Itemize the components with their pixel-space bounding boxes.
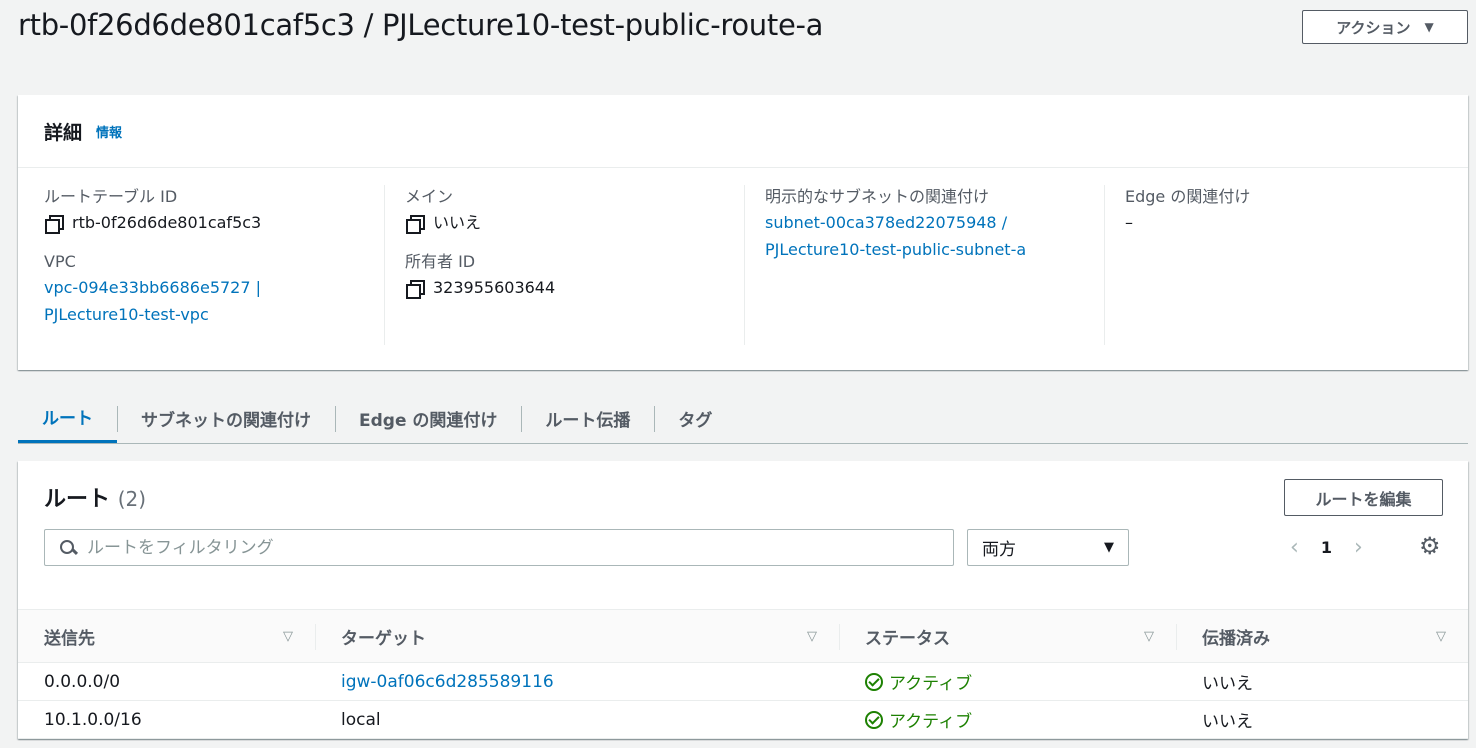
search-icon xyxy=(59,539,77,557)
sort-icon: ▽ xyxy=(283,628,293,644)
route-filter[interactable] xyxy=(44,529,954,566)
edit-routes-button[interactable]: ルートを編集 xyxy=(1284,479,1443,516)
routes-table: 送信先 ▽ ターゲット ▽ ステータス ▽ 伝播済み ▽ 0.0.0.0/0 i… xyxy=(18,609,1468,739)
actions-dropdown-button[interactable]: アクション ▼ xyxy=(1302,10,1468,44)
routes-title-text: ルート xyxy=(44,487,111,512)
pagination: ‹ 1 › xyxy=(1290,533,1363,561)
chevron-right-icon[interactable]: › xyxy=(1354,535,1363,560)
details-column-1: ルートテーブル ID rtb-0f26d6de801caf5c3 VPC vpc… xyxy=(18,185,384,345)
page-number[interactable]: 1 xyxy=(1321,538,1332,557)
tab-routes[interactable]: ルート xyxy=(18,393,117,443)
column-header-label: ターゲット xyxy=(341,628,426,649)
table-row: 0.0.0.0/0 igw-0af06c6d285589116 アクティブ いい… xyxy=(18,663,1468,701)
details-header: 詳細 情報 xyxy=(18,95,1468,168)
routes-count: (2) xyxy=(117,487,147,511)
route-table-id-value: rtb-0f26d6de801caf5c3 xyxy=(72,213,262,232)
owner-id-label: 所有者 ID xyxy=(405,252,476,271)
table-row: 10.1.0.0/16 local アクティブ いいえ xyxy=(18,701,1468,739)
tab-route-propagation[interactable]: ルート伝播 xyxy=(521,393,654,443)
details-panel: 詳細 情報 ルートテーブル ID rtb-0f26d6de801caf5c3 V… xyxy=(18,95,1468,370)
subnet-link[interactable]: subnet-00ca378ed22075948 / PJLecture10-t… xyxy=(765,209,1104,263)
details-column-2: メイン いいえ 所有者 ID 323955603644 xyxy=(384,185,744,345)
tab-subnet-associations[interactable]: サブネットの関連付け xyxy=(117,393,335,443)
details-column-4: Edge の関連付け – xyxy=(1104,185,1468,345)
column-header-propagated[interactable]: 伝播済み ▽ xyxy=(1176,610,1468,662)
tab-edge-associations[interactable]: Edge の関連付け xyxy=(335,393,521,443)
propagated-cell: いいえ xyxy=(1202,712,1253,732)
route-table-id-label: ルートテーブル ID xyxy=(44,187,178,206)
main-label: メイン xyxy=(405,187,454,206)
routes-title: ルート (2) xyxy=(44,481,146,513)
column-header-destination[interactable]: 送信先 ▽ xyxy=(18,610,315,662)
sort-icon: ▽ xyxy=(807,628,817,644)
copy-icon[interactable] xyxy=(405,214,425,234)
actions-label: アクション xyxy=(1336,18,1411,37)
owner-id-value: 323955603644 xyxy=(433,278,556,297)
subnet-link-line2: PJLecture10-test-public-subnet-a xyxy=(765,240,1027,259)
status-text: アクティブ xyxy=(889,674,973,694)
vpc-link[interactable]: vpc-094e33bb6686e5727 | PJLecture10-test… xyxy=(44,274,384,328)
page-title: rtb-0f26d6de801caf5c3 / PJLecture10-test… xyxy=(18,8,824,42)
tab-bar: ルート サブネットの関連付け Edge の関連付け ルート伝播 タグ xyxy=(18,393,1468,444)
caret-down-icon: ▼ xyxy=(1424,20,1434,34)
vpc-label: VPC xyxy=(44,252,76,271)
column-header-target[interactable]: ターゲット ▽ xyxy=(315,610,839,662)
route-type-select-value: 両方 xyxy=(982,540,1016,560)
gear-icon[interactable]: ⚙ xyxy=(1419,534,1441,558)
column-header-label: 伝播済み xyxy=(1202,628,1270,649)
check-circle-icon xyxy=(865,672,883,691)
destination-cell: 0.0.0.0/0 xyxy=(44,671,121,692)
copy-icon[interactable] xyxy=(405,279,425,299)
edge-association-label: Edge の関連付け xyxy=(1125,187,1251,206)
details-title: 詳細 xyxy=(44,121,83,144)
status-cell: アクティブ xyxy=(839,701,1176,738)
propagated-cell: いいえ xyxy=(1202,674,1253,694)
check-circle-icon xyxy=(865,710,883,729)
main-value: いいえ xyxy=(433,213,482,232)
routes-panel: ルート (2) ルートを編集 両方 ▼ ‹ 1 › ⚙ 送信先 ▽ ターゲット … xyxy=(18,461,1468,739)
vpc-link-line1: vpc-094e33bb6686e5727 | xyxy=(44,278,262,297)
route-type-select[interactable]: 両方 ▼ xyxy=(967,529,1129,566)
subnet-link-line1: subnet-00ca378ed22075948 / xyxy=(765,213,1008,232)
target-cell: local xyxy=(341,709,381,730)
column-header-status[interactable]: ステータス ▽ xyxy=(839,610,1176,662)
column-header-label: 送信先 xyxy=(44,628,95,649)
info-link[interactable]: 情報 xyxy=(96,122,122,141)
chevron-left-icon[interactable]: ‹ xyxy=(1290,535,1299,560)
sort-icon: ▽ xyxy=(1144,628,1154,644)
edge-association-value: – xyxy=(1125,213,1133,232)
subnet-association-label: 明示的なサブネットの関連付け xyxy=(765,187,990,206)
copy-icon[interactable] xyxy=(44,214,64,234)
vpc-link-line2: PJLecture10-test-vpc xyxy=(44,305,209,324)
route-filter-input[interactable] xyxy=(87,537,953,558)
table-header: 送信先 ▽ ターゲット ▽ ステータス ▽ 伝播済み ▽ xyxy=(18,609,1468,663)
status-text: アクティブ xyxy=(889,712,973,732)
tab-tags[interactable]: タグ xyxy=(654,393,736,443)
column-header-label: ステータス xyxy=(865,628,950,649)
target-link[interactable]: igw-0af06c6d285589116 xyxy=(315,663,839,700)
destination-cell: 10.1.0.0/16 xyxy=(44,709,142,730)
status-cell: アクティブ xyxy=(839,663,1176,700)
caret-down-icon: ▼ xyxy=(1104,540,1114,555)
sort-icon: ▽ xyxy=(1436,628,1446,644)
details-column-3: 明示的なサブネットの関連付け subnet-00ca378ed22075948 … xyxy=(744,185,1104,345)
